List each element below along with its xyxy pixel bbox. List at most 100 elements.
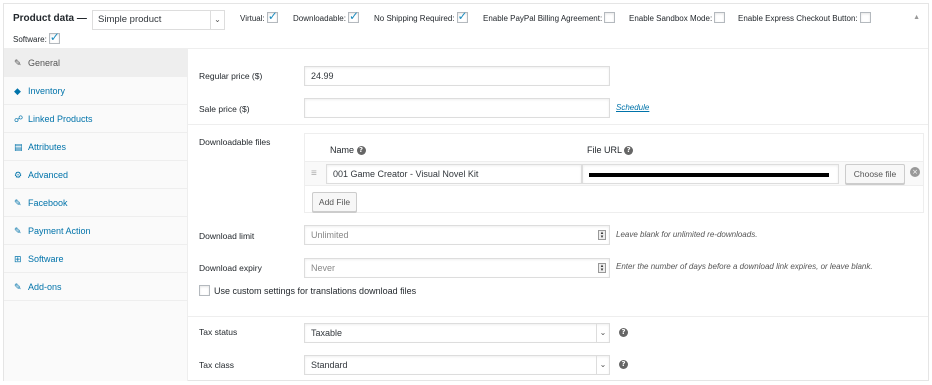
schedule-link[interactable]: Schedule	[616, 103, 649, 112]
download-expiry-label: Download expiry	[199, 263, 262, 273]
wrench-icon: ✎	[14, 199, 22, 209]
sale-price-label: Sale price ($)	[199, 104, 250, 114]
chevron-down-icon: ⌄	[596, 356, 609, 374]
regular-price-value: 24.99	[311, 71, 334, 81]
help-icon[interactable]: ?	[356, 146, 366, 156]
product-data-panel: Product data — Simple product ⌄ Virtual:…	[3, 3, 929, 381]
list-icon: ▤	[14, 143, 23, 153]
custom-settings-label: Use custom settings for translations dow…	[214, 286, 417, 296]
tax-class-value: Standard	[311, 360, 348, 370]
download-limit-input[interactable]: Unlimited ▴ ▾	[304, 225, 610, 245]
general-panel: Regular price ($) 24.99 Sale price ($) S…	[188, 49, 928, 381]
downloadable-files-table: Name ? File URL ? ≡ 001 Game Creator - V…	[304, 133, 924, 213]
custom-settings-option[interactable]: Use custom settings for translations dow…	[199, 285, 417, 297]
add-file-button[interactable]: Add File	[312, 192, 357, 212]
downloadable-option[interactable]: Downloadable:	[293, 10, 359, 25]
product-data-label: Product data —	[13, 13, 87, 24]
software-checkbox[interactable]	[48, 31, 60, 45]
file-url-column-header: File URL ?	[587, 145, 634, 156]
link-icon: ☍	[14, 115, 24, 125]
help-icon[interactable]: ?	[624, 146, 634, 156]
grid-icon: ⊞	[14, 255, 22, 265]
name-column-header: Name ?	[330, 145, 366, 156]
no-shipping-option[interactable]: No Shipping Required:	[374, 10, 468, 25]
tax-class-label: Tax class	[199, 360, 234, 370]
tax-status-label: Tax status	[199, 327, 238, 337]
downloadable-files-label: Downloadable files	[199, 137, 271, 147]
sandbox-mode-option[interactable]: Enable Sandbox Mode:	[629, 12, 726, 25]
download-limit-placeholder: Unlimited	[311, 230, 349, 240]
product-type-select[interactable]: Simple product ⌄	[92, 10, 225, 30]
drag-handle-icon[interactable]: ≡	[311, 168, 317, 179]
wrench-icon: ✎	[14, 283, 22, 293]
choose-file-label: Choose file	[853, 169, 897, 179]
tax-status-value: Taxable	[311, 328, 343, 338]
spinner-icon[interactable]: ▴ ▾	[598, 263, 606, 273]
virtual-checkbox[interactable]	[266, 10, 278, 24]
gear-icon: ⚙	[14, 171, 23, 181]
no-shipping-label: No Shipping Required:	[374, 14, 455, 23]
download-expiry-help: Enter the number of days before a downlo…	[616, 262, 873, 271]
chevron-down-icon: ⌄	[596, 324, 609, 342]
pricing-section: Regular price ($) 24.99 Sale price ($) S…	[188, 49, 928, 125]
tab-facebook[interactable]: ✎ Facebook	[4, 189, 187, 217]
file-name-input[interactable]: 001 Game Creator - Visual Novel Kit	[326, 164, 582, 184]
tab-advanced[interactable]: ⚙ Advanced	[4, 161, 187, 189]
file-url-input[interactable]	[582, 164, 839, 184]
tab-label: General	[28, 58, 61, 68]
software-option[interactable]: Software:	[13, 31, 60, 46]
download-expiry-placeholder: Never	[311, 263, 336, 273]
product-data-header: Product data — Simple product ⌄ Virtual:…	[4, 4, 928, 49]
tab-label: Payment Action	[28, 226, 91, 236]
tab-software[interactable]: ⊞ Software	[4, 245, 187, 273]
express-checkout-label: Enable Express Checkout Button:	[738, 14, 858, 23]
express-checkout-checkbox[interactable]	[859, 12, 871, 24]
product-data-tabs: ✎ General ◆ Inventory ☍ Linked Products ▤ At…	[4, 49, 188, 381]
downloadable-label: Downloadable:	[293, 14, 346, 23]
software-label: Software:	[13, 35, 47, 44]
tab-label: Linked Products	[28, 114, 93, 124]
downloadable-checkbox[interactable]	[347, 10, 359, 24]
name-column-label: Name	[330, 145, 355, 155]
help-icon[interactable]: ?	[619, 328, 628, 337]
downloadable-section: Downloadable files Name ? File URL ? ≡ 0…	[188, 125, 928, 317]
tab-add-ons[interactable]: ✎ Add-ons	[4, 273, 187, 301]
sandbox-mode-checkbox[interactable]	[714, 12, 726, 24]
sale-price-input[interactable]	[304, 98, 610, 118]
tab-label: Software	[28, 254, 64, 264]
tax-section: Tax status Taxable ⌄ ? Tax class Standar…	[188, 317, 928, 381]
tab-general[interactable]: ✎ General	[4, 49, 187, 77]
paypal-billing-label: Enable PayPal Billing Agreement:	[483, 14, 603, 23]
help-icon[interactable]: ?	[619, 360, 628, 369]
tax-status-select[interactable]: Taxable ⌄	[304, 323, 610, 343]
paypal-billing-option[interactable]: Enable PayPal Billing Agreement:	[483, 12, 616, 25]
paypal-billing-checkbox[interactable]	[604, 12, 616, 24]
tax-class-select[interactable]: Standard ⌄	[304, 355, 610, 375]
download-expiry-input[interactable]: Never ▴ ▾	[304, 258, 610, 278]
add-file-label: Add File	[318, 197, 351, 207]
spinner-icon[interactable]: ▴ ▾	[598, 230, 606, 240]
custom-settings-checkbox[interactable]	[199, 285, 210, 297]
express-checkout-option[interactable]: Enable Express Checkout Button:	[738, 12, 871, 25]
virtual-option[interactable]: Virtual:	[240, 10, 278, 25]
tab-attributes[interactable]: ▤ Attributes	[4, 133, 187, 161]
choose-file-button[interactable]: Choose file	[845, 164, 905, 184]
no-shipping-checkbox[interactable]	[456, 10, 468, 24]
tab-inventory[interactable]: ◆ Inventory	[4, 77, 187, 105]
tab-label: Advanced	[28, 170, 69, 180]
virtual-label: Virtual:	[240, 14, 265, 23]
tab-label: Add-ons	[28, 282, 62, 292]
remove-icon[interactable]: ×	[910, 167, 920, 177]
tab-payment-action[interactable]: ✎ Payment Action	[4, 217, 187, 245]
collapse-arrow-icon[interactable]: ▲	[913, 14, 920, 21]
file-name-value: 001 Game Creator - Visual Novel Kit	[333, 169, 479, 179]
tab-label: Facebook	[28, 198, 68, 208]
wrench-icon: ✎	[14, 227, 22, 237]
file-url-column-label: File URL	[587, 145, 622, 155]
tab-linked-products[interactable]: ☍ Linked Products	[4, 105, 187, 133]
regular-price-label: Regular price ($)	[199, 71, 263, 81]
regular-price-input[interactable]: 24.99	[304, 66, 610, 86]
redacted-url-bar	[589, 173, 829, 177]
tab-label: Inventory	[28, 86, 66, 96]
sandbox-mode-label: Enable Sandbox Mode:	[629, 14, 713, 23]
